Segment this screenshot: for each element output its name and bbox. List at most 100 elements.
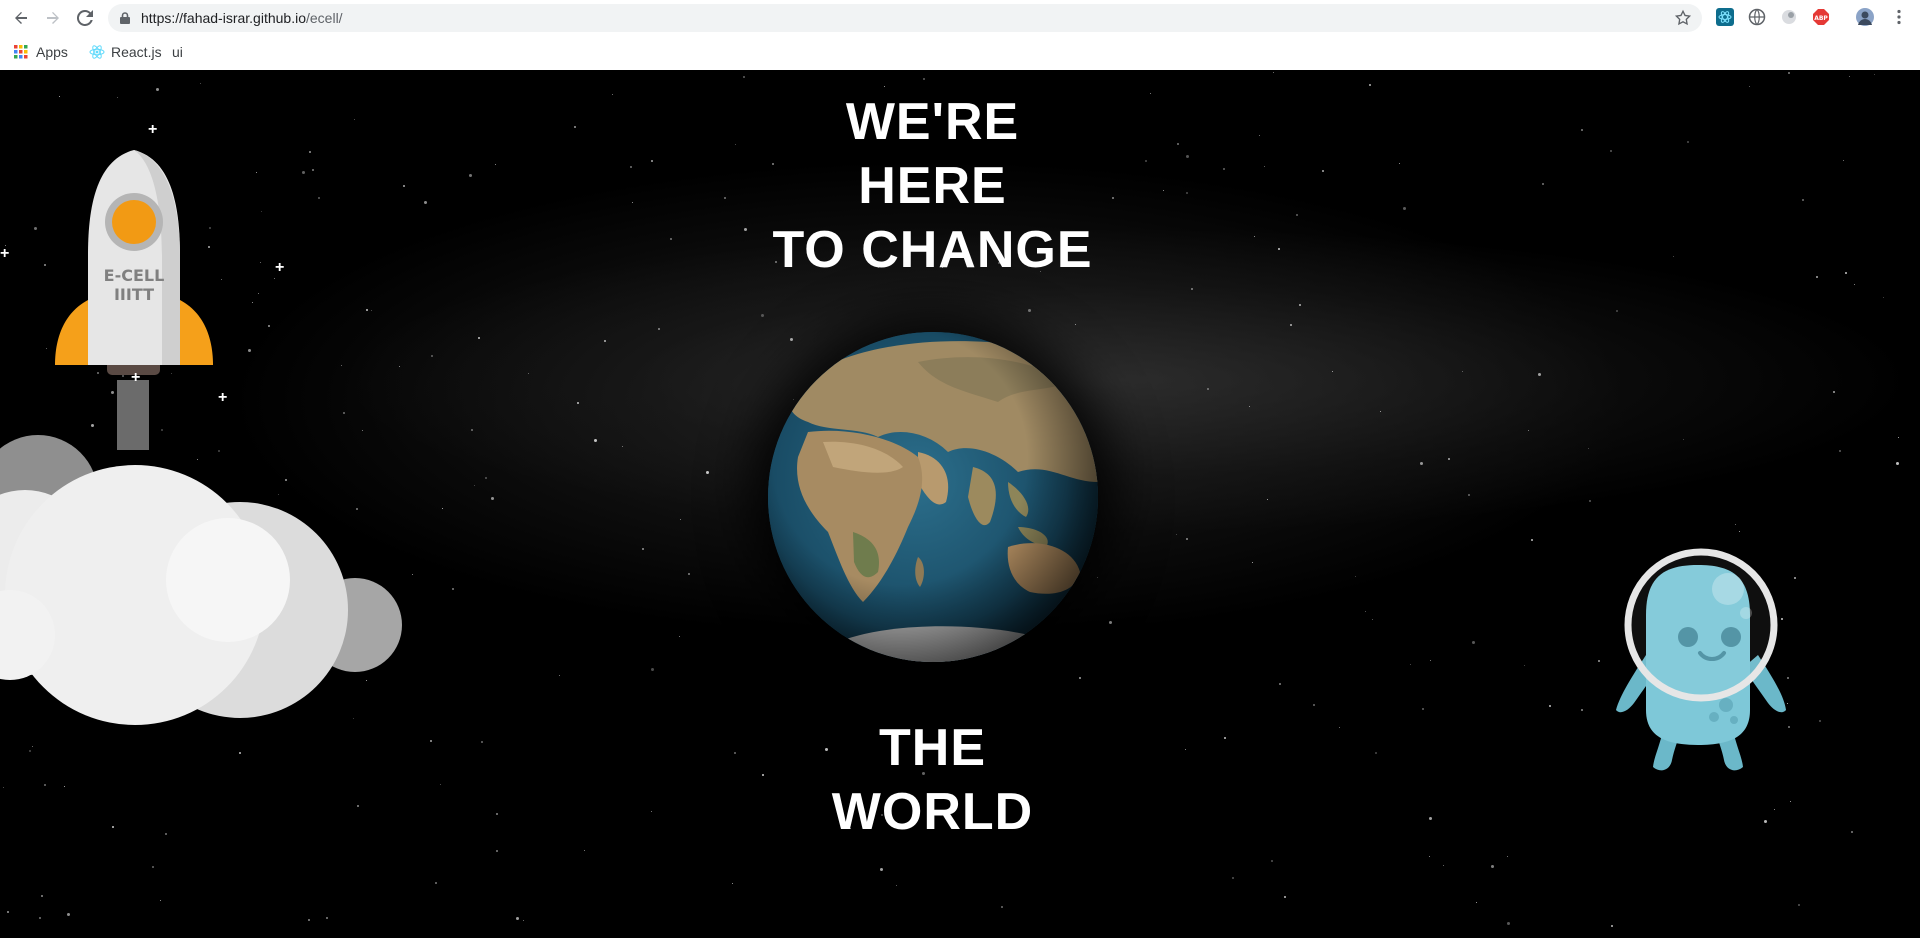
star-dot [1273, 72, 1274, 73]
bookmark-label: Apps [36, 44, 68, 60]
bookmark-apps[interactable]: Apps [14, 42, 68, 62]
extension-grey-icon[interactable] [1780, 8, 1798, 26]
star-dot [1735, 524, 1736, 525]
rocket-badge-line2: IIITT [114, 285, 154, 304]
bookmark-ui[interactable]: ui [172, 42, 183, 62]
bookmark-star-icon[interactable] [1674, 9, 1692, 27]
url-host: https://fahad-israr.github.io [141, 10, 306, 26]
star-dot [1524, 665, 1525, 666]
headline-top: WE'RE HERE TO CHANGE [0, 90, 1865, 282]
rocket-icon: E-CELL IIITT [55, 150, 213, 450]
star-dot [1271, 860, 1273, 862]
star-dot [1365, 611, 1366, 612]
star-dot [1874, 74, 1875, 75]
star-dot [651, 668, 654, 671]
star-dot [1410, 664, 1411, 665]
star-dot [1833, 391, 1835, 393]
headline-line: WE'RE [845, 93, 1020, 151]
hero-section: WE'RE HERE TO CHANGE THE WORLD E-CELL II… [0, 70, 1920, 938]
address-bar[interactable]: https://fahad-israr.github.io/ecell/ [108, 4, 1702, 32]
star-dot [1355, 576, 1356, 577]
forward-button[interactable] [41, 6, 65, 30]
profile-avatar[interactable] [1856, 8, 1874, 26]
star-dot [1372, 619, 1373, 620]
star-dot [1788, 72, 1790, 74]
bookmarks-bar: Apps React.js ui [0, 38, 1920, 66]
sparkle-icon: + [0, 245, 10, 262]
bookmark-reactjs[interactable]: React.js [89, 42, 162, 62]
star-dot [880, 868, 883, 871]
earth-globe [768, 332, 1098, 662]
star-dot [1313, 704, 1315, 706]
star-dot [343, 412, 345, 414]
star-dot [1097, 577, 1098, 578]
star-dot [268, 325, 270, 327]
star-dot [1279, 683, 1281, 685]
star-dot [452, 588, 454, 590]
rocket-badge-line1: E-CELL [104, 266, 165, 285]
browser-toolbar: https://fahad-israr.github.io/ecell/ ABP [0, 0, 1920, 36]
star-dot [1589, 500, 1591, 502]
star-dot [1191, 288, 1193, 290]
star-dot [1299, 304, 1301, 306]
star-dot [248, 349, 251, 352]
star-dot [1420, 462, 1423, 465]
reload-button[interactable] [73, 6, 97, 30]
star-dot [1332, 371, 1333, 372]
star-dot [41, 895, 43, 897]
url-path: /ecell/ [306, 10, 343, 26]
star-dot [152, 866, 154, 868]
extension-react-devtools-icon[interactable] [1716, 8, 1734, 26]
star-dot [1849, 76, 1850, 77]
star-dot [1249, 406, 1250, 407]
star-dot [793, 399, 794, 400]
star-dot [1616, 310, 1618, 312]
sparkle-icon: + [275, 259, 285, 276]
star-dot [1798, 904, 1800, 906]
svg-text:ABP: ABP [1814, 15, 1828, 22]
star-dot [1001, 906, 1003, 908]
star-dot [1749, 86, 1750, 87]
star-dot [679, 636, 680, 637]
star-dot [496, 850, 498, 852]
star-dot [1839, 450, 1841, 452]
star-dot [1476, 902, 1477, 903]
star-dot [341, 365, 342, 366]
star-dot [1898, 437, 1899, 438]
earth-illustration [768, 332, 1098, 662]
star-dot [1422, 708, 1424, 710]
star-dot [474, 485, 475, 486]
star-dot [371, 310, 372, 311]
star-dot [67, 913, 70, 916]
star-dot [1854, 284, 1855, 285]
star-dot [1252, 562, 1253, 563]
extension-globe-icon[interactable] [1748, 8, 1766, 26]
browser-menu-button[interactable] [1890, 8, 1908, 26]
star-dot [594, 439, 597, 442]
star-dot [761, 314, 764, 317]
star-dot [1462, 371, 1463, 372]
star-dot [1267, 499, 1268, 500]
extension-adblock-icon[interactable]: ABP [1812, 8, 1830, 26]
star-dot [1468, 494, 1470, 496]
star-dot [258, 293, 259, 294]
star-dot [1611, 925, 1613, 927]
star-dot [1528, 430, 1529, 431]
reload-icon [77, 10, 93, 26]
star-dot [1507, 856, 1508, 857]
star-dot [1430, 660, 1431, 661]
star-dot [658, 328, 660, 330]
react-icon [89, 45, 105, 59]
star-dot [1380, 411, 1381, 412]
star-dot [471, 429, 473, 431]
back-button[interactable] [9, 6, 33, 30]
star-dot [604, 340, 606, 342]
star-dot [577, 402, 579, 404]
star-dot [528, 373, 529, 374]
star-dot [1896, 462, 1899, 465]
star-dot [1186, 538, 1188, 540]
sparkle-icon: + [148, 121, 158, 138]
star-dot [1369, 84, 1371, 86]
star-dot [743, 76, 745, 78]
cloud-illustration [0, 430, 420, 795]
